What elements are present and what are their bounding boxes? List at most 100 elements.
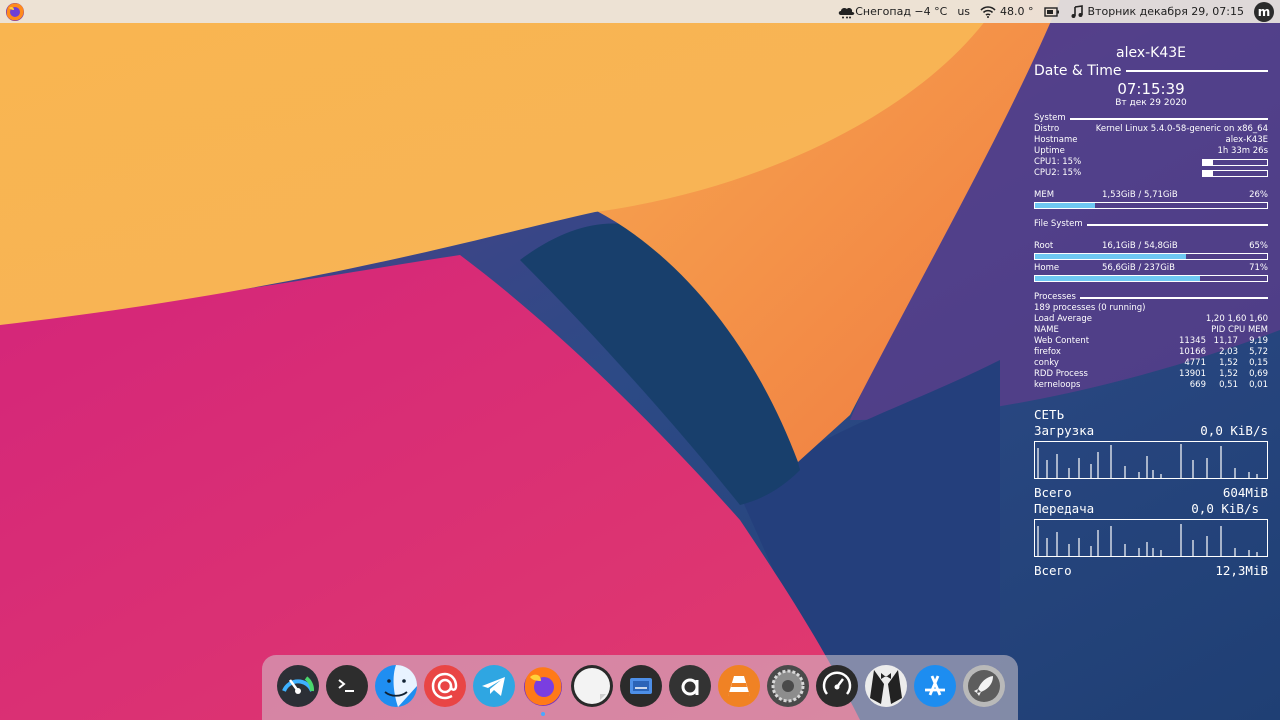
- section-rule: [1086, 223, 1268, 226]
- conky-hostname-title: alex-K43E: [1115, 45, 1186, 61]
- mem-value: 1,53GiB / 5,71GiB: [1102, 190, 1178, 200]
- top-panel: Снегопад −4 °C us 48.0 ° Вторник декабря…: [0, 0, 1280, 23]
- mem-label: MEM: [1034, 190, 1055, 200]
- mint-menu-button[interactable]: m: [1254, 1, 1274, 22]
- sound-applet[interactable]: [1070, 4, 1084, 19]
- process-name: conky: [1034, 358, 1059, 368]
- download-speed: 0,0 KiB/s: [1200, 423, 1268, 438]
- root-label: Root: [1034, 241, 1054, 251]
- distro-label: Distro: [1034, 124, 1060, 134]
- process-stats-header: PID CPU MEM: [1211, 325, 1268, 335]
- temperature-applet[interactable]: 48.0 °: [1000, 5, 1034, 18]
- settings-icon: [767, 665, 809, 707]
- root-value: 16,1GiB / 54,8GiB: [1102, 241, 1178, 251]
- home-bar-fill: [1035, 276, 1200, 281]
- distro-value: Kernel Linux 5.4.0-58-generic on x86_64: [1095, 124, 1268, 134]
- process-name: Web Content: [1034, 336, 1090, 346]
- dock-item-notes[interactable]: [570, 664, 614, 708]
- finder-icon: [375, 665, 417, 707]
- panel-datetime: Вторник декабря 29, 07:15: [1087, 5, 1244, 18]
- memory-section: MEM 1,53GiB / 5,71GiB 26%: [1034, 190, 1268, 209]
- filesystem-section: File System Root 16,1GiB / 54,8GiB 65% Hom…: [1034, 219, 1268, 282]
- uptime-label: Uptime: [1034, 146, 1065, 156]
- root-percent: 65%: [1249, 241, 1268, 251]
- process-row: RDD Process 13901 1,52 0,69: [1034, 369, 1268, 380]
- upload-total-value: 12,3MiB: [1215, 563, 1268, 578]
- upload-graph: [1034, 519, 1268, 557]
- calendar-applet[interactable]: Вторник декабря 29, 07:15: [1088, 5, 1244, 18]
- root-bar-fill: [1035, 254, 1186, 259]
- dock-item-tuxedo[interactable]: [864, 664, 908, 708]
- cpu1-bar-fill: [1203, 160, 1213, 165]
- weather-applet[interactable]: Снегопад −4 °C: [837, 5, 947, 19]
- vlc-icon: [718, 665, 760, 707]
- hostname-value: alex-K43E: [1225, 135, 1268, 145]
- process-mem: 5,72: [1249, 347, 1268, 357]
- mem-bar: [1034, 202, 1268, 209]
- cpu1-bar: [1202, 159, 1268, 166]
- process-name-header: NAME: [1034, 325, 1059, 335]
- power-applet[interactable]: [1043, 6, 1060, 17]
- upload-speed: 0,0 KiB/s: [1191, 501, 1259, 516]
- process-name: kerneloops: [1034, 380, 1081, 390]
- process-pid: 4771: [1184, 358, 1206, 368]
- cpu2-label: CPU2: 15%: [1034, 168, 1082, 178]
- upload-total-label: Всего: [1034, 563, 1072, 578]
- section-rule: [1125, 70, 1268, 72]
- filesystem-header: File System: [1034, 219, 1083, 229]
- wifi-icon: [980, 5, 996, 18]
- process-cpu: 11,17: [1213, 336, 1238, 346]
- keyboard-layout-label: us: [957, 5, 971, 18]
- process-cpu: 2,03: [1219, 347, 1238, 357]
- process-name: firefox: [1034, 347, 1061, 357]
- date-time-section: Date & Time: [1034, 62, 1268, 80]
- battery-icon: [1043, 6, 1059, 17]
- temperature-text: 48.0 °: [1000, 5, 1034, 18]
- firefox-icon: [524, 667, 562, 706]
- dock-item-disk-usage[interactable]: [276, 664, 320, 708]
- hostname-label: Hostname: [1034, 135, 1078, 145]
- process-mem: 0,69: [1249, 369, 1268, 379]
- upload-label: Передача: [1034, 501, 1095, 516]
- load-average-value: 1,20 1,60 1,60: [1205, 314, 1268, 324]
- firefox-launcher[interactable]: [4, 1, 26, 23]
- dock-item-mail[interactable]: [423, 664, 467, 708]
- dock-item-telegram[interactable]: [472, 664, 516, 708]
- network-header: СЕТЬ: [1034, 407, 1065, 422]
- uptime-value: 1h 33m 26s: [1217, 146, 1268, 156]
- dock-item-aimp[interactable]: [668, 664, 712, 708]
- process-pid: 11345: [1178, 336, 1206, 346]
- process-cpu: 1,52: [1219, 369, 1238, 379]
- dock-item-screenshot[interactable]: [619, 664, 663, 708]
- process-row: Web Content 11345 11,17 9,19: [1034, 336, 1268, 347]
- process-list: Web Content 11345 11,17 9,19 firefox 10166 2,0…: [1034, 336, 1268, 391]
- process-row: kerneloops 669 0,51 0,01: [1034, 380, 1268, 391]
- mem-bar-fill: [1035, 203, 1096, 208]
- processes-section: Processes 189 processes (0 running) Load…: [1034, 292, 1268, 391]
- keyboard-layout[interactable]: us: [957, 5, 970, 18]
- download-total-value: 604MiB: [1222, 485, 1268, 500]
- conky-widget: alex-K43E Date & Time 07:15:39 Вт дек 29…: [1034, 44, 1268, 579]
- screenshot-icon: [620, 665, 662, 707]
- wifi-applet[interactable]: [980, 5, 996, 18]
- dock-item-firefox[interactable]: [521, 664, 565, 716]
- terminal-icon: [326, 665, 368, 707]
- aimp-icon: [669, 665, 711, 707]
- home-percent: 71%: [1249, 263, 1268, 273]
- dock-item-settings[interactable]: [766, 664, 810, 708]
- network-section: СЕТЬ Загрузка 0,0 KiB/s Всего 604MiB Перед…: [1034, 407, 1268, 579]
- process-name: RDD Process: [1034, 369, 1088, 379]
- process-mem: 9,19: [1249, 336, 1268, 346]
- mint-logo-icon: m: [1257, 4, 1271, 19]
- running-indicator: [541, 712, 545, 716]
- dock-item-finder[interactable]: [374, 664, 418, 708]
- dock-item-app-store[interactable]: [913, 664, 957, 708]
- dock-item-vlc[interactable]: [717, 664, 761, 708]
- dock-item-system-monitor[interactable]: [815, 664, 859, 708]
- mail-icon: [424, 665, 466, 707]
- process-summary: 189 processes (0 running): [1034, 303, 1146, 313]
- dock-item-terminal[interactable]: [325, 664, 369, 708]
- root-bar: [1034, 253, 1268, 260]
- dock-item-launchpad[interactable]: [962, 664, 1006, 708]
- music-note-icon: [1071, 4, 1083, 18]
